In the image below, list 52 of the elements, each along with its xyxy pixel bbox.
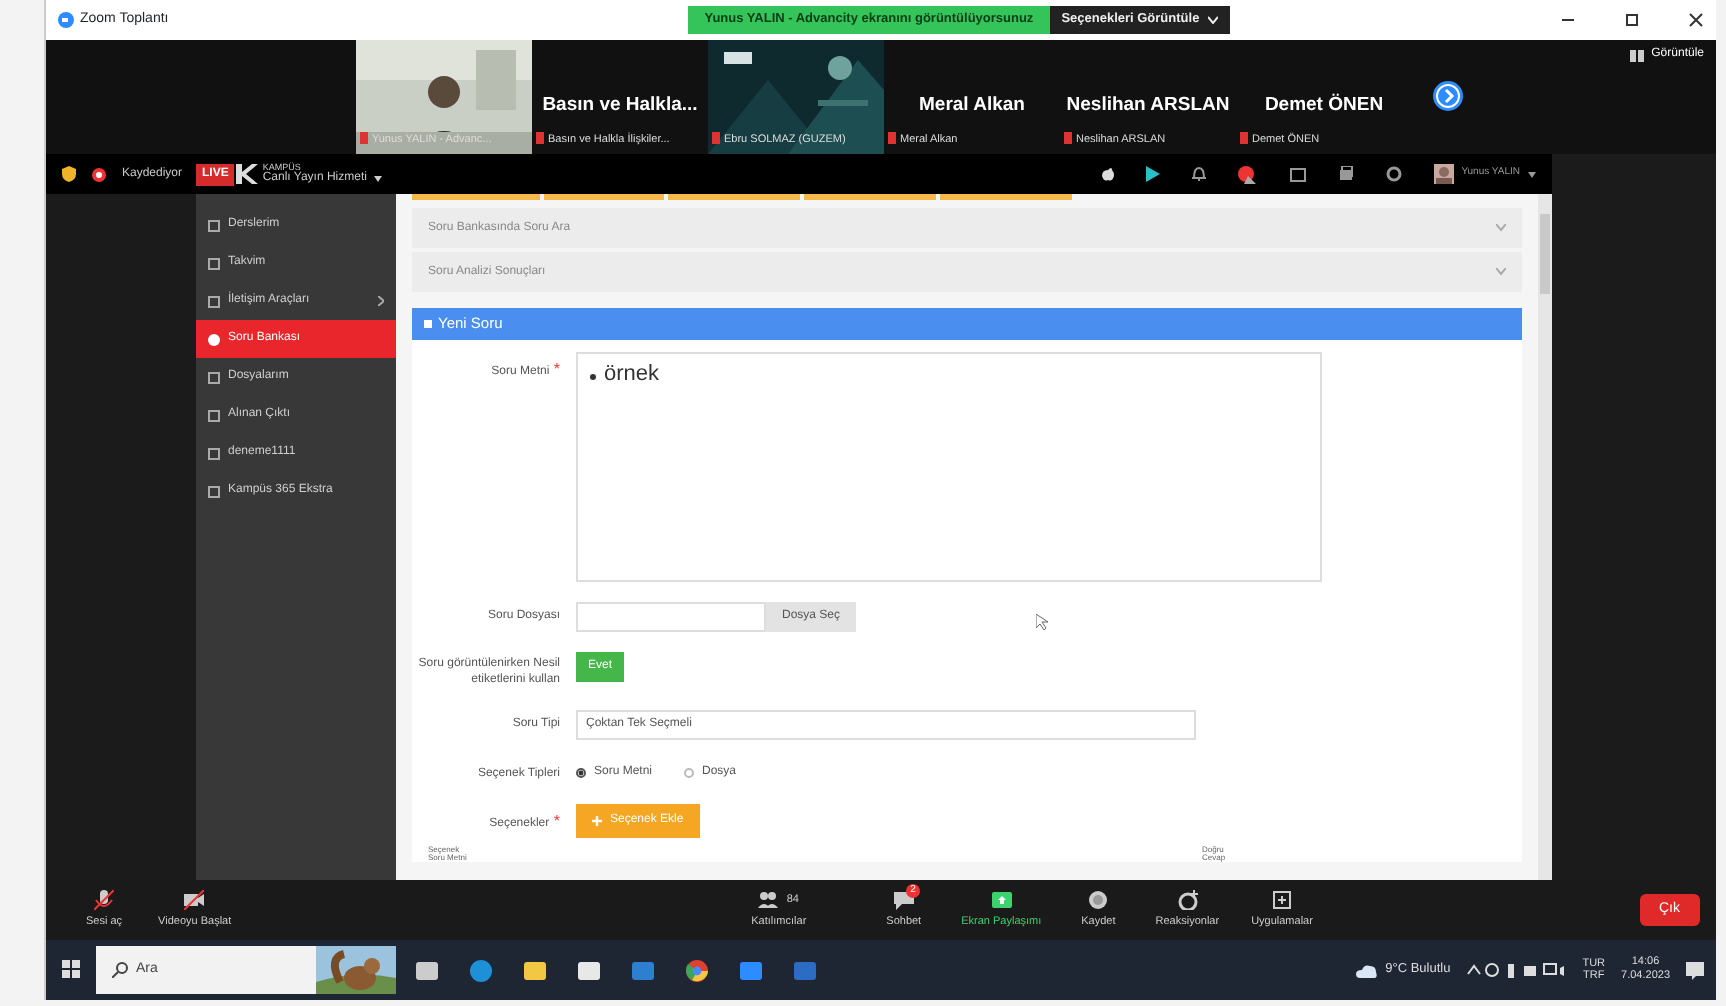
cursor-icon [1036,614,1049,630]
file-input[interactable] [576,602,766,632]
video-off-icon [184,889,205,910]
zoom-logo-icon [58,12,74,28]
chevron-icon [1496,224,1506,232]
item-icon [208,447,220,459]
caret-icon [1207,16,1218,24]
next-arrow-icon [1432,80,1464,113]
plus-icon [592,815,602,826]
participant-name: Neslihan ARSLAN [1064,92,1232,121]
taskbar-app[interactable] [416,959,438,981]
question-text-area[interactable]: örnek [576,352,1322,582]
k-logo-icon [234,162,259,186]
windows-logo-icon [62,960,80,979]
close-icon [1688,12,1704,28]
item-icon [208,219,220,231]
square-icon [424,320,432,328]
chrome-icon [686,959,708,981]
item-icon [208,409,220,421]
circle-icon [208,333,220,345]
item-icon [208,371,220,383]
bell-icon [1191,166,1206,182]
apps-icon [1272,889,1292,910]
participant-name: Meral Alkan [917,92,1027,121]
search-icon [112,962,128,978]
taskbar-app[interactable] [686,959,708,981]
alert-icon [1237,165,1258,183]
people-icon [758,889,779,910]
caret-icon [374,175,383,182]
share-screen-icon [991,889,1012,910]
browser-icon [470,959,492,981]
participant-name: Demet ÖNEN [1262,92,1386,121]
grid-icon [1629,49,1644,61]
recording-icon [92,167,106,181]
chevron-icon [1496,268,1506,276]
task-view-icon [416,959,438,981]
caret-icon [1528,171,1536,177]
system-tray-icons [1466,962,1567,978]
item-icon [208,257,220,269]
start-button[interactable] [62,960,80,980]
bullet-icon [590,374,596,380]
participant-name: Basın ve Halkla... [540,92,700,121]
reaction-icon [1177,889,1198,910]
cloud-icon [1355,963,1378,977]
shield-icon [62,166,76,182]
notifications-icon [1686,961,1704,979]
muted-mic-icon [94,889,115,910]
item-icon [208,485,220,497]
record-icon [1088,889,1109,910]
play-icon [1145,166,1160,182]
restore-icon [1624,12,1640,28]
item-icon [208,295,220,307]
